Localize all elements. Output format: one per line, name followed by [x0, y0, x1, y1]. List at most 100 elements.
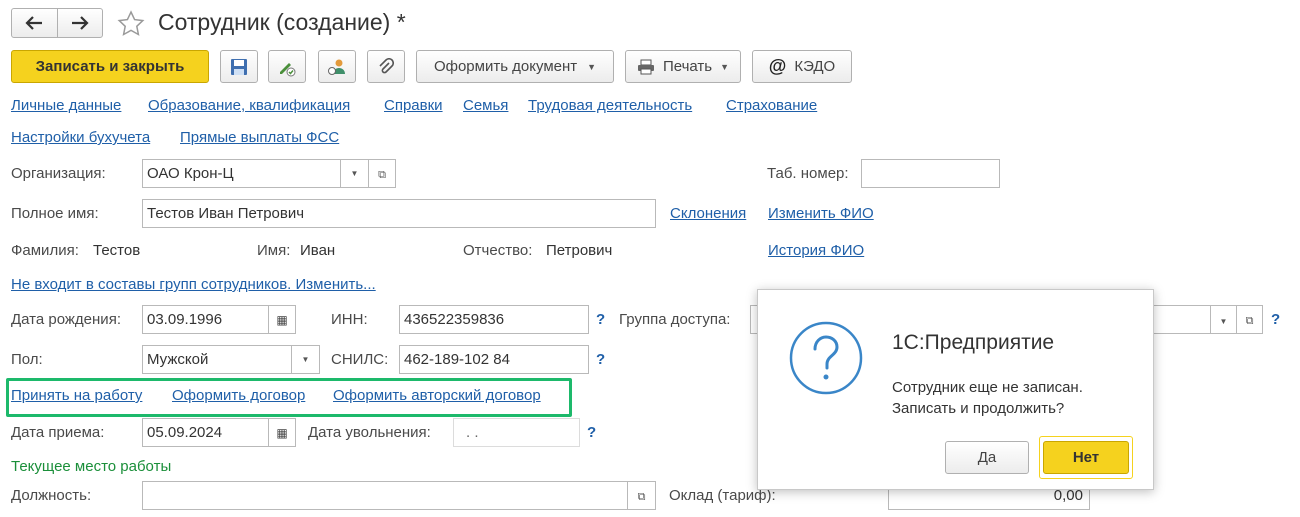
open-icon: ⧉ [637, 491, 646, 503]
structure-button[interactable] [318, 50, 356, 83]
dialog-message-line1: Сотрудник еще не записан. [892, 379, 1083, 396]
issue-document-label: Оформить документ [433, 58, 578, 75]
dialog-title: 1С:Предприятие [892, 331, 1055, 354]
hire-date-calendar-button[interactable]: ▦ [268, 418, 296, 447]
page-title: Сотрудник (создание) * [158, 9, 406, 35]
favorite-star-icon[interactable] [117, 10, 145, 38]
birth-date-label: Дата рождения: [11, 311, 121, 328]
issue-contract-link[interactable]: Оформить договор [172, 387, 305, 404]
tab-number-input[interactable] [861, 159, 1000, 188]
birth-date-calendar-button[interactable]: ▦ [268, 305, 296, 334]
paperclip-icon [379, 57, 394, 73]
gender-dropdown-button[interactable]: ▼ [291, 346, 319, 373]
employee-groups-link[interactable]: Не входит в составы групп сотрудников. И… [11, 276, 376, 293]
hire-date-input[interactable]: 05.09.2024 [142, 418, 269, 447]
chevron-down-icon: ▼ [301, 355, 310, 364]
change-name-link[interactable]: Изменить ФИО [768, 205, 874, 222]
nav-link-accounting-settings[interactable]: Настройки бухучета [11, 129, 150, 146]
kedo-label: КЭДО [794, 58, 836, 75]
surname-label: Фамилия: [11, 242, 79, 259]
gender-select[interactable]: Мужской ▼ [142, 345, 320, 374]
inn-label: ИНН: [331, 311, 368, 328]
open-icon: ⧉ [378, 169, 386, 181]
full-name-input[interactable]: Тестов Иван Петрович [142, 199, 656, 228]
patronymic-value: Петрович [546, 242, 613, 259]
open-icon: ⧉ [1245, 315, 1254, 327]
chevron-down-icon: ▼ [1219, 317, 1228, 326]
nav-link-education[interactable]: Образование, квалификация [148, 97, 350, 114]
save-and-close-button[interactable]: Записать и закрыть [11, 50, 209, 83]
nav-link-fss-payments[interactable]: Прямые выплаты ФСС [180, 129, 339, 146]
access-group-dropdown-button[interactable]: ▼ [1210, 305, 1237, 334]
snils-label: СНИЛС: [331, 351, 389, 368]
kedo-button[interactable]: @ КЭДО [752, 50, 852, 83]
birth-date-input[interactable]: 03.09.1996 [142, 305, 269, 334]
nav-link-work-history[interactable]: Трудовая деятельность [528, 97, 692, 114]
forward-button[interactable] [58, 9, 103, 37]
print-dropdown[interactable]: Печать ▼ [625, 50, 741, 83]
firstname-label: Имя: [257, 242, 291, 259]
floppy-disk-icon [231, 58, 247, 75]
dialog-yes-button[interactable]: Да [945, 441, 1029, 474]
issue-document-dropdown[interactable]: Оформить документ ▼ [416, 50, 614, 83]
current-workplace-heading: Текущее место работы [11, 458, 172, 475]
organization-open-button[interactable]: ⧉ [368, 159, 396, 188]
snils-help-icon[interactable]: ? [596, 351, 605, 368]
issue-author-contract-link[interactable]: Оформить авторский договор [333, 387, 541, 404]
organization-dropdown-button[interactable]: ▼ [340, 160, 368, 187]
name-history-link[interactable]: История ФИО [768, 242, 864, 259]
gender-value: Мужской [147, 351, 209, 368]
dialog-message-line2: Записать и продолжить? [892, 400, 1065, 417]
nav-link-personal-data[interactable]: Личные данные [11, 97, 121, 114]
hire-date-label: Дата приема: [11, 424, 105, 441]
question-circle-icon [789, 321, 863, 395]
full-name-label: Полное имя: [11, 205, 99, 222]
inn-help-icon[interactable]: ? [596, 311, 605, 328]
chevron-down-icon: ▼ [720, 61, 730, 72]
position-field[interactable] [142, 481, 628, 510]
dismissal-date-input: . . [453, 418, 580, 447]
edit-check-icon [280, 62, 296, 76]
dismissal-date-label: Дата увольнения: [308, 424, 431, 441]
gender-label: Пол: [11, 351, 43, 368]
access-group-open-button[interactable]: ⧉ [1236, 305, 1263, 334]
arrow-right-icon [71, 16, 89, 30]
user-settings-icon [328, 59, 345, 75]
firstname-value: Иван [300, 242, 336, 259]
calendar-icon: ▦ [276, 313, 288, 327]
nav-buttons [11, 8, 103, 38]
organization-label: Организация: [11, 165, 106, 182]
position-label: Должность: [11, 487, 92, 504]
birth-date-value: 03.09.1996 [147, 311, 223, 328]
tab-number-label: Таб. номер: [767, 165, 849, 182]
access-group-help-icon[interactable]: ? [1271, 311, 1280, 328]
dialog-no-button[interactable]: Нет [1043, 441, 1129, 474]
patronymic-label: Отчество: [463, 242, 533, 259]
hire-link[interactable]: Принять на работу [11, 387, 142, 404]
access-group-label: Группа доступа: [619, 311, 731, 328]
calendar-icon: ▦ [276, 426, 288, 440]
chevron-down-icon: ▼ [587, 61, 597, 72]
back-button[interactable] [12, 9, 58, 37]
position-open-button[interactable]: ⧉ [627, 481, 656, 510]
declensions-link[interactable]: Склонения [670, 205, 746, 222]
save-button[interactable] [220, 50, 258, 83]
organization-value: ОАО Крон-Ц [147, 165, 234, 182]
dismissal-date-value: . . [466, 424, 479, 441]
printer-icon [637, 59, 654, 74]
dismissal-help-icon[interactable]: ? [587, 424, 596, 441]
chevron-down-icon: ▼ [350, 169, 359, 178]
post-button[interactable] [268, 50, 306, 83]
surname-value: Тестов [93, 242, 141, 259]
confirmation-dialog: 1С:Предприятие Сотрудник еще не записан.… [757, 289, 1154, 490]
attach-button[interactable] [367, 50, 405, 83]
nav-link-family[interactable]: Семья [463, 97, 508, 114]
inn-input[interactable]: 436522359836 [399, 305, 589, 334]
at-sign-icon: @ [768, 56, 787, 76]
organization-field[interactable]: ОАО Крон-Ц ▼ [142, 159, 368, 188]
arrow-left-icon [25, 16, 43, 30]
snils-input[interactable]: 462-189-102 84 [399, 345, 589, 374]
print-label: Печать [662, 58, 713, 75]
nav-link-certificates[interactable]: Справки [384, 97, 443, 114]
nav-link-insurance[interactable]: Страхование [726, 97, 817, 114]
